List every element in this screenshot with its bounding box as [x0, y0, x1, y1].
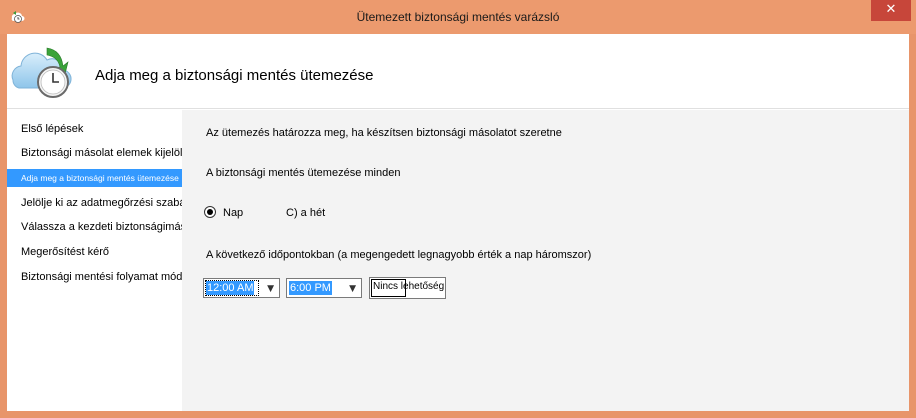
time-select-3[interactable]: Nincs lehetőség	[369, 277, 446, 299]
nav-step-retention[interactable]: Jelölje ki az adatmegőrzési szabály	[7, 194, 193, 212]
radio-selected-dot	[207, 209, 213, 215]
title-bar: Ütemezett biztonsági mentés varázsló ✕	[0, 0, 916, 34]
close-button[interactable]: ✕	[871, 0, 911, 21]
times-label: A következő időpontokban (a megengedett …	[206, 249, 592, 261]
nav-step-modify-backup[interactable]: Biztonsági mentési folyamat módosítása	[7, 268, 218, 286]
focus-rectangle	[205, 280, 259, 296]
nav-step-getting-started[interactable]: Első lépések	[7, 120, 182, 138]
page-title: Adja meg a biztonsági mentés ütemezése	[95, 67, 374, 84]
nav-step-initial-backup-type[interactable]: Válassza a kezdeti biztonságimásolat-típ…	[7, 218, 231, 236]
cloud-backup-clock-icon	[11, 47, 72, 98]
chevron-down-icon: ▼	[349, 284, 356, 294]
window-title: Ütemezett biztonsági mentés varázsló	[356, 10, 560, 24]
time-select-2-value: 6:00 PM	[289, 281, 332, 295]
schedule-panel: Az ütemezés határozza meg, ha készítsen …	[182, 110, 909, 411]
time-select-1[interactable]: 12:00 AM ▼	[203, 278, 280, 298]
nav-step-schedule[interactable]: Adja meg a biztonsági mentés ütemezése	[7, 169, 182, 187]
wizard-header: Adja meg a biztonsági mentés ütemezése	[7, 34, 909, 109]
radio-daily-label[interactable]: Nap	[223, 207, 243, 219]
wizard-client-area: Adja meg a biztonsági mentés ütemezése E…	[7, 34, 909, 411]
wizard-step-list: Első lépések Biztonsági másolat elemek k…	[7, 110, 231, 411]
chevron-down-icon: ▼	[267, 284, 274, 294]
nav-step-select-items[interactable]: Biztonsági másolat elemek kijelölése	[7, 144, 200, 162]
nav-step-confirmation[interactable]: Megerősítést kérő	[7, 243, 182, 261]
time-select-2[interactable]: 6:00 PM ▼	[286, 278, 362, 298]
radio-daily[interactable]	[204, 206, 216, 218]
schedule-description: Az ütemezés határozza meg, ha készítsen …	[206, 127, 562, 139]
radio-weekly-label[interactable]: C) a hét	[286, 207, 325, 219]
time-select-3-value: Nincs lehetőség	[373, 281, 445, 292]
wizard-window: Ütemezett biztonsági mentés varázsló ✕ A…	[0, 0, 916, 418]
frequency-label: A biztonsági mentés ütemezése minden	[206, 167, 401, 179]
